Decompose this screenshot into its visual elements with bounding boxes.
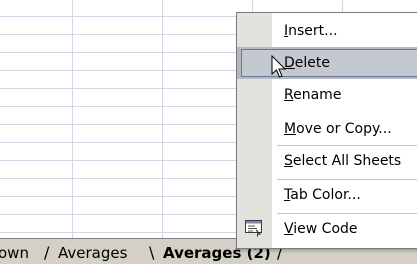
- column-gridline: [162, 0, 163, 238]
- menu-item-rename[interactable]: Rename: [237, 79, 417, 111]
- menu-item-delete[interactable]: Delete: [237, 47, 417, 79]
- menu-item-insert[interactable]: Insert...: [237, 15, 417, 47]
- menu-item-move-or-copy[interactable]: Move or Copy...: [237, 113, 417, 145]
- menu-item-view-code[interactable]: View Code: [237, 213, 417, 245]
- menu-item-label: Tab Color...: [284, 187, 361, 203]
- tab-separator: \: [149, 243, 155, 262]
- view-code-icon: [245, 220, 262, 237]
- tab-separator: /: [44, 243, 50, 262]
- sheet-tab-context-menu: Insert... Delete Rename Move or Copy... …: [236, 12, 417, 249]
- menu-item-label: Select All Sheets: [284, 153, 402, 169]
- sheet-tab-partial[interactable]: own: [0, 244, 29, 262]
- column-gridline: [72, 0, 73, 238]
- menu-item-label: Move or Copy...: [284, 121, 392, 137]
- menu-item-label: Insert...: [284, 23, 338, 39]
- sheet-tab-averages[interactable]: Averages: [58, 244, 127, 262]
- menu-item-label: View Code: [284, 221, 358, 237]
- menu-item-select-all-sheets[interactable]: Select All Sheets: [237, 145, 417, 177]
- menu-item-tab-color[interactable]: Tab Color...: [237, 179, 417, 211]
- menu-item-label: Delete: [284, 55, 330, 71]
- menu-item-label: Rename: [284, 87, 342, 103]
